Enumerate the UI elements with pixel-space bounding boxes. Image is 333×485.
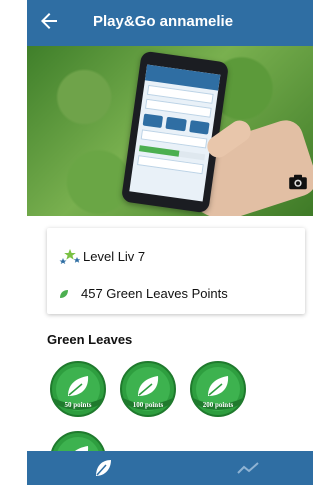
- camera-icon[interactable]: [288, 174, 308, 190]
- top-app-bar: Play&Go annamelie: [27, 0, 313, 46]
- badge-100-points[interactable]: 100 points: [119, 360, 177, 418]
- back-arrow-icon[interactable]: [37, 9, 63, 35]
- stars-icon: [59, 249, 81, 264]
- level-row: Level Liv 7: [59, 248, 145, 264]
- phone-screen-graphic: [129, 64, 221, 202]
- hero-image: [27, 46, 313, 216]
- trend-chart-icon[interactable]: [237, 461, 259, 475]
- bottom-nav-bar: [27, 451, 313, 485]
- svg-text:200 points: 200 points: [203, 401, 234, 409]
- level-text: Level Liv 7: [83, 248, 146, 264]
- points-row: 457 Green Leaves Points: [59, 286, 228, 301]
- badge-200-points[interactable]: 200 points: [189, 360, 247, 418]
- svg-text:100 points: 100 points: [133, 401, 164, 409]
- leaf-icon[interactable]: [93, 458, 113, 478]
- leaf-icon: [60, 289, 68, 298]
- badge-50-points[interactable]: 50 points: [49, 360, 107, 418]
- page-title: Play&Go annamelie: [93, 13, 234, 30]
- stats-card: Level Liv 7 457 Green Leaves Points: [47, 228, 305, 314]
- points-text: 457 Green Leaves Points: [81, 286, 228, 301]
- section-title-green-leaves: Green Leaves: [47, 332, 133, 347]
- app-screen: Play&Go annamelie Level Liv 7 457 Green …: [27, 0, 313, 485]
- svg-text:50 points: 50 points: [64, 401, 91, 409]
